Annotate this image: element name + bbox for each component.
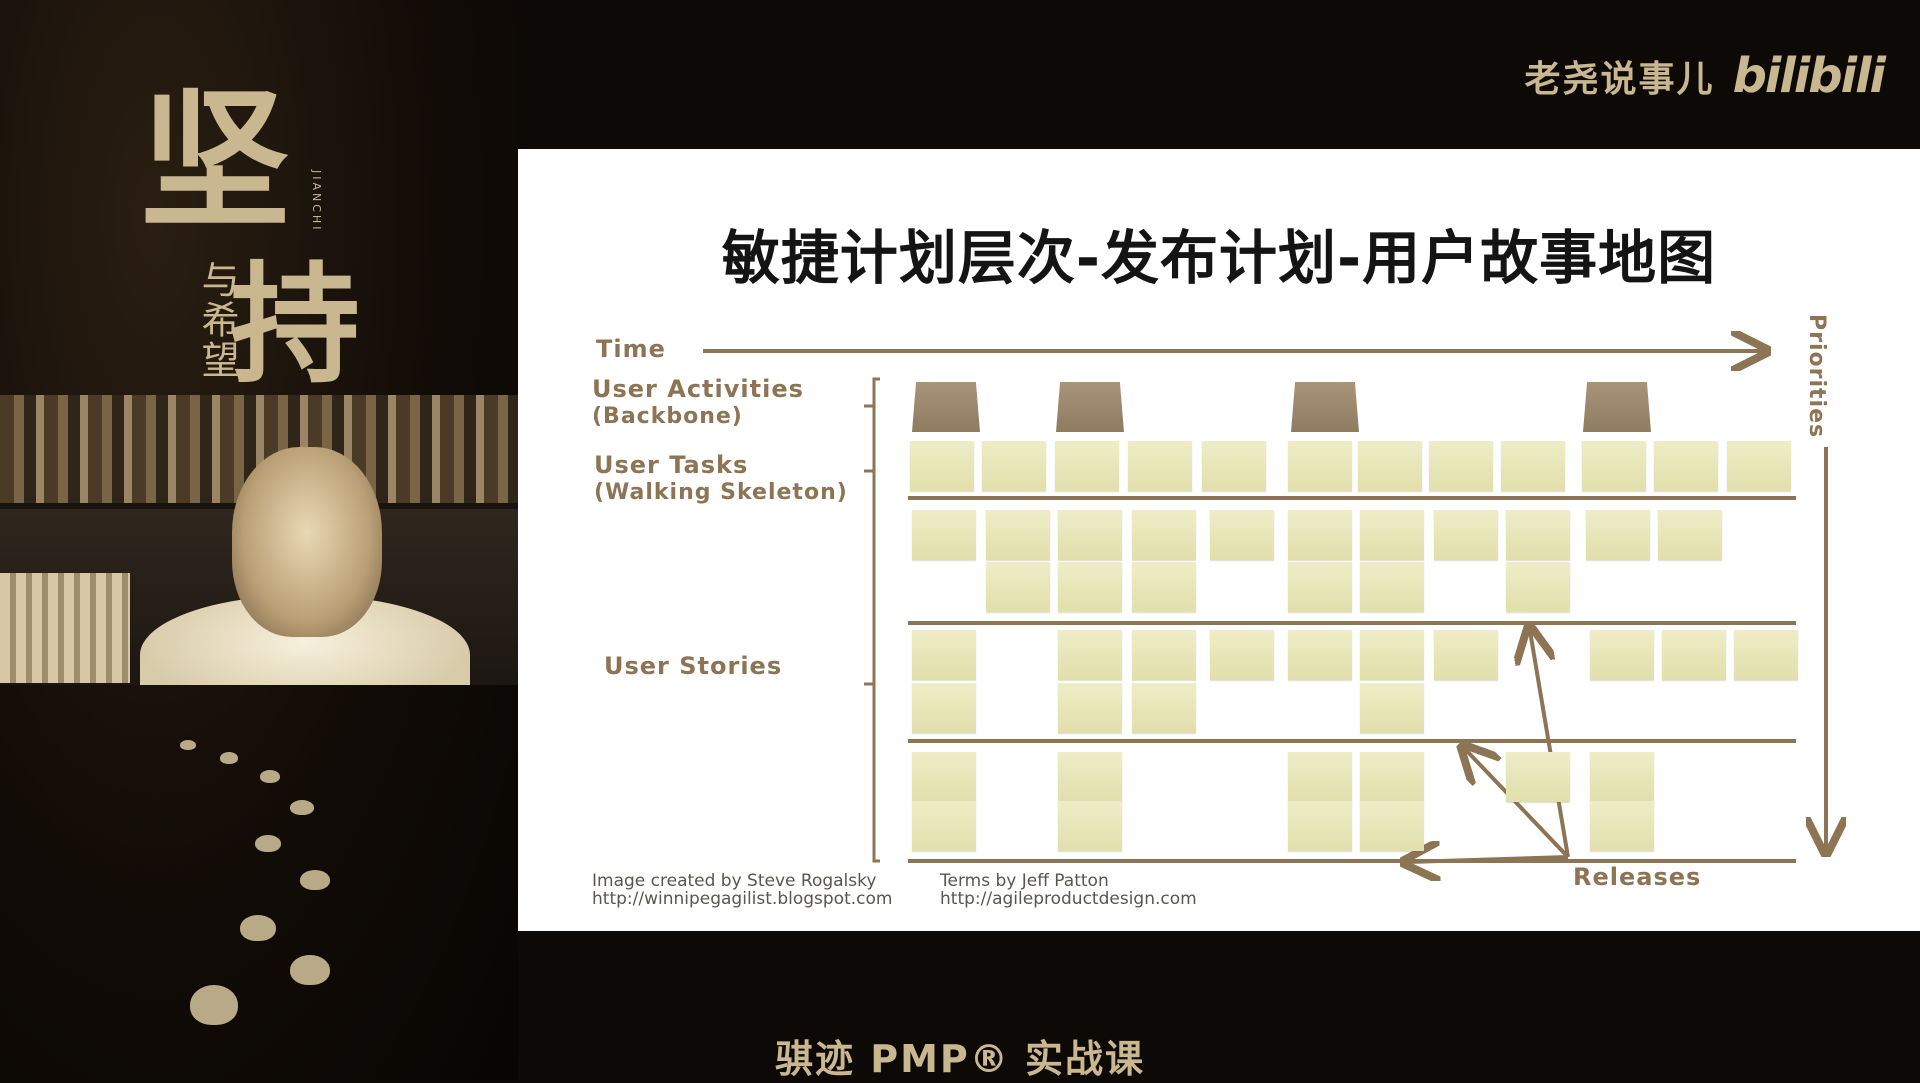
story-card xyxy=(1658,510,1722,560)
story-card xyxy=(1132,510,1196,560)
activity-card xyxy=(912,382,980,432)
story-card xyxy=(1058,683,1122,733)
story-card xyxy=(1590,752,1654,802)
channel-logo: 老尧说事儿 bilibili xyxy=(1524,48,1886,104)
task-card xyxy=(1202,441,1266,491)
presenter-head xyxy=(232,447,382,637)
story-card xyxy=(1288,801,1352,851)
credit-terms-url: http://agileproductdesign.com xyxy=(940,889,1197,909)
walking-skeleton-label: (Walking Skeleton) xyxy=(594,480,848,505)
story-card xyxy=(1360,801,1424,851)
user-activities-label: User Activities xyxy=(592,375,804,403)
story-card xyxy=(986,562,1050,612)
course-caption: 骐迹 PMP® 实战课 xyxy=(775,1037,1145,1081)
story-card xyxy=(1132,630,1196,680)
story-card xyxy=(1058,801,1122,851)
story-card xyxy=(912,630,976,680)
webcam-feed xyxy=(0,395,518,685)
story-card xyxy=(1360,683,1424,733)
story-card xyxy=(1058,630,1122,680)
credit-image-url: http://winnipegagilist.blogspot.com xyxy=(592,889,893,909)
task-card xyxy=(1654,441,1718,491)
story-card xyxy=(1210,510,1274,560)
story-card xyxy=(912,683,976,733)
story-card xyxy=(1586,510,1650,560)
story-card xyxy=(1506,752,1570,802)
time-label: Time xyxy=(596,335,666,363)
credit-image-author: Image created by Steve Rogalsky xyxy=(592,871,877,891)
row-bracket xyxy=(872,377,880,863)
task-card xyxy=(910,441,974,491)
calligraphy-char-2: 持 xyxy=(230,248,361,401)
calligraphy-romanization: JIANCHI xyxy=(310,170,323,233)
presentation-slide: 敏捷计划层次-发布计划-用户故事地图 Time Priorities User … xyxy=(518,149,1920,931)
calligraphy-artwork: 坚 持 与希望 JIANCHI xyxy=(120,40,360,401)
story-card xyxy=(1506,562,1570,612)
story-card xyxy=(1132,562,1196,612)
story-card xyxy=(1058,510,1122,560)
story-card xyxy=(1662,630,1726,680)
story-card xyxy=(1734,630,1798,680)
story-card xyxy=(1434,510,1498,560)
task-card xyxy=(1727,441,1791,491)
user-stories-label: User Stories xyxy=(604,652,783,680)
story-card xyxy=(1590,630,1654,680)
activity-card xyxy=(1056,382,1124,432)
priorities-label: Priorities xyxy=(1804,314,1829,439)
task-card xyxy=(1288,441,1352,491)
story-card xyxy=(1360,510,1424,560)
task-card xyxy=(982,441,1046,491)
left-decor-panel: 坚 持 与希望 JIANCHI xyxy=(0,0,518,1080)
task-card xyxy=(1582,441,1646,491)
story-card xyxy=(1288,562,1352,612)
story-card xyxy=(1590,801,1654,851)
bilibili-logo: bilibili xyxy=(1732,48,1886,104)
releases-label: Releases xyxy=(1573,863,1702,891)
story-card xyxy=(1058,752,1122,802)
story-card xyxy=(1288,752,1352,802)
story-card xyxy=(912,510,976,560)
story-card xyxy=(986,510,1050,560)
story-card xyxy=(912,752,976,802)
credit-terms-author: Terms by Jeff Patton xyxy=(940,871,1109,891)
task-card xyxy=(1429,441,1493,491)
activity-card xyxy=(1291,382,1359,432)
calligraphy-subtitle: 与希望 xyxy=(195,260,239,380)
channel-author-name: 老尧说事儿 xyxy=(1524,59,1715,100)
activity-card xyxy=(1583,382,1651,432)
backbone-label: (Backbone) xyxy=(592,404,743,429)
task-card xyxy=(1055,441,1119,491)
story-card xyxy=(1360,630,1424,680)
story-card xyxy=(1058,562,1122,612)
story-card xyxy=(1360,562,1424,612)
story-card xyxy=(1360,752,1424,802)
user-tasks-label: User Tasks xyxy=(594,451,749,479)
story-card xyxy=(912,801,976,851)
story-card xyxy=(1288,510,1352,560)
story-card xyxy=(1506,510,1570,560)
task-card xyxy=(1128,441,1192,491)
story-card xyxy=(1434,630,1498,680)
footprints-artwork xyxy=(160,740,400,1040)
story-card xyxy=(1288,630,1352,680)
task-card xyxy=(1501,441,1565,491)
story-card xyxy=(1210,630,1274,680)
bookshelf-bottom xyxy=(0,573,130,683)
story-card xyxy=(1132,683,1196,733)
task-card xyxy=(1358,441,1422,491)
